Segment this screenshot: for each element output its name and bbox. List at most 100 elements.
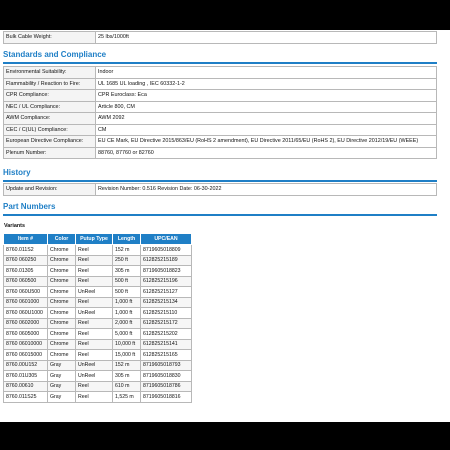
- table-row: Environmental Suitability: Indoor: [3, 66, 437, 79]
- putup-type-cell: UnReel: [75, 359, 113, 371]
- item-number-cell: 8760 06015000: [3, 349, 48, 361]
- putup-type-cell: UnReel: [75, 307, 113, 319]
- part-numbers-section-title: Part Numbers: [3, 202, 56, 211]
- length-cell: 1,000 ft: [112, 296, 141, 308]
- table-row: 8760 060500 Chrome Reel 500 ft 612825215196: [3, 275, 192, 287]
- putup-type-cell: Reel: [75, 265, 113, 277]
- length-cell: 1,525 m: [112, 391, 141, 403]
- table-row: AWM Compliance: AWM 2092: [3, 112, 437, 125]
- color-cell: Gray: [47, 391, 76, 403]
- table-row: 8760.01305 Chrome Reel 305 m 8719605018823: [3, 265, 192, 277]
- upc-ean-cell: 612825215196: [140, 275, 192, 287]
- table-row: Flammability / Reaction to Fire: UL 1685…: [3, 77, 437, 90]
- row-key: Plenum Number:: [3, 146, 96, 159]
- table-row: Update and Revision: Revision Number: 0.…: [3, 183, 437, 196]
- color-cell: Gray: [47, 359, 76, 371]
- upc-ean-cell: 8719605018793: [140, 359, 192, 371]
- color-cell: Chrome: [47, 338, 76, 350]
- table-row: CPR Compliance: CPR Euroclass: Eca: [3, 89, 437, 102]
- row-key: European Directive Compliance:: [3, 135, 96, 148]
- column-header-color: Color: [47, 233, 76, 245]
- row-value: Article 800, CM: [95, 100, 437, 113]
- putup-type-cell: Reel: [75, 275, 113, 287]
- putup-type-cell: Reel: [75, 380, 113, 392]
- table-row: Bulk Cable Weight: 25 lbs/1000ft: [3, 31, 437, 44]
- table-row: 8760.011S25 Gray Reel 1,525 m 8719605018816: [3, 391, 192, 403]
- color-cell: Chrome: [47, 307, 76, 319]
- table-row: 8760.00610 Gray Reel 610 m 8719605018786: [3, 380, 192, 392]
- length-cell: 10,000 ft: [112, 338, 141, 350]
- upc-ean-cell: 8719605018809: [140, 244, 192, 256]
- table-header-row: Item # Color Putup Type Length UPC/EAN: [3, 233, 192, 245]
- item-number-cell: 8760.01U305: [3, 370, 48, 382]
- upc-ean-cell: 8719605018823: [140, 265, 192, 277]
- row-value: Revision Number: 0.516 Revision Date: 06…: [95, 183, 437, 196]
- column-header-item: Item #: [3, 233, 48, 245]
- length-cell: 2,000 ft: [112, 317, 141, 329]
- item-number-cell: 8760 060U1000: [3, 307, 48, 319]
- row-value: 25 lbs/1000ft: [95, 31, 437, 44]
- item-number-cell: 8760 0602000: [3, 317, 48, 329]
- variants-label: Variants: [4, 223, 25, 229]
- section-divider: [3, 180, 437, 182]
- table-row: 8760 0605000 Chrome Reel 5,000 ft 6128252152…: [3, 328, 192, 340]
- table-row: European Directive Compliance: EU CE Mar…: [3, 135, 437, 148]
- column-header-upc-ean: UPC/EAN: [140, 233, 192, 245]
- color-cell: Gray: [47, 370, 76, 382]
- standards-table: Environmental Suitability: Indoor Flamma…: [3, 66, 437, 159]
- upc-ean-cell: 8719605018786: [140, 380, 192, 392]
- row-value: Indoor: [95, 66, 437, 79]
- table-row: 8760 06010000 Chrome Reel 10,000 ft 61282521…: [3, 338, 192, 350]
- length-cell: 15,000 ft: [112, 349, 141, 361]
- table-row: 8760 0601000 Chrome Reel 1,000 ft 6128252151…: [3, 296, 192, 308]
- column-header-putup-type: Putup Type: [75, 233, 113, 245]
- color-cell: Chrome: [47, 296, 76, 308]
- table-row: 8760 060U1000 Chrome UnReel 1,000 ft 6128252…: [3, 307, 192, 319]
- row-key: AWM Compliance:: [3, 112, 96, 125]
- item-number-cell: 8760.011S25: [3, 391, 48, 403]
- item-number-cell: 8760 060U500: [3, 286, 48, 298]
- item-number-cell: 8760.00610: [3, 380, 48, 392]
- putup-type-cell: UnReel: [75, 286, 113, 298]
- table-row: 8760.00U152 Gray UnReel 152 m 8719605018793: [3, 359, 192, 371]
- putup-type-cell: Reel: [75, 244, 113, 256]
- upc-ean-cell: 612825215134: [140, 296, 192, 308]
- item-number-cell: 8760 0601000: [3, 296, 48, 308]
- item-number-cell: 8760.011S2: [3, 244, 48, 256]
- color-cell: Gray: [47, 380, 76, 392]
- color-cell: Chrome: [47, 265, 76, 277]
- datasheet-page: Bulk Cable Weight: 25 lbs/1000ft Standar…: [0, 30, 450, 422]
- putup-type-cell: UnReel: [75, 370, 113, 382]
- variants-table: Item # Color Putup Type Length UPC/EAN 8…: [3, 233, 192, 403]
- table-row: 8760.011S2 Chrome Reel 152 m 8719605018809: [3, 244, 192, 256]
- row-key: Bulk Cable Weight:: [3, 31, 96, 44]
- putup-type-cell: Reel: [75, 254, 113, 266]
- table-row: NEC / UL Compliance: Article 800, CM: [3, 100, 437, 113]
- table-row: 8760 060250 Chrome Reel 250 ft 612825215189: [3, 254, 192, 266]
- length-cell: 610 m: [112, 380, 141, 392]
- length-cell: 5,000 ft: [112, 328, 141, 340]
- upc-ean-cell: 612825215127: [140, 286, 192, 298]
- color-cell: Chrome: [47, 244, 76, 256]
- row-value: CM: [95, 123, 437, 136]
- weight-table: Bulk Cable Weight: 25 lbs/1000ft: [3, 31, 437, 44]
- upc-ean-cell: 612825215141: [140, 338, 192, 350]
- section-divider: [3, 62, 437, 64]
- color-cell: Chrome: [47, 254, 76, 266]
- item-number-cell: 8760 060250: [3, 254, 48, 266]
- row-value: CPR Euroclass: Eca: [95, 89, 437, 102]
- item-number-cell: 8760 060500: [3, 275, 48, 287]
- putup-type-cell: Reel: [75, 338, 113, 350]
- color-cell: Chrome: [47, 349, 76, 361]
- putup-type-cell: Reel: [75, 391, 113, 403]
- table-row: 8760 0602000 Chrome Reel 2,000 ft 6128252151…: [3, 317, 192, 329]
- length-cell: 305 m: [112, 265, 141, 277]
- history-table: Update and Revision: Revision Number: 0.…: [3, 183, 437, 196]
- length-cell: 152 m: [112, 244, 141, 256]
- row-key: Flammability / Reaction to Fire:: [3, 77, 96, 90]
- upc-ean-cell: 612825215202: [140, 328, 192, 340]
- table-row: CEC / C(UL) Compliance: CM: [3, 123, 437, 136]
- length-cell: 305 m: [112, 370, 141, 382]
- row-key: NEC / UL Compliance:: [3, 100, 96, 113]
- putup-type-cell: Reel: [75, 317, 113, 329]
